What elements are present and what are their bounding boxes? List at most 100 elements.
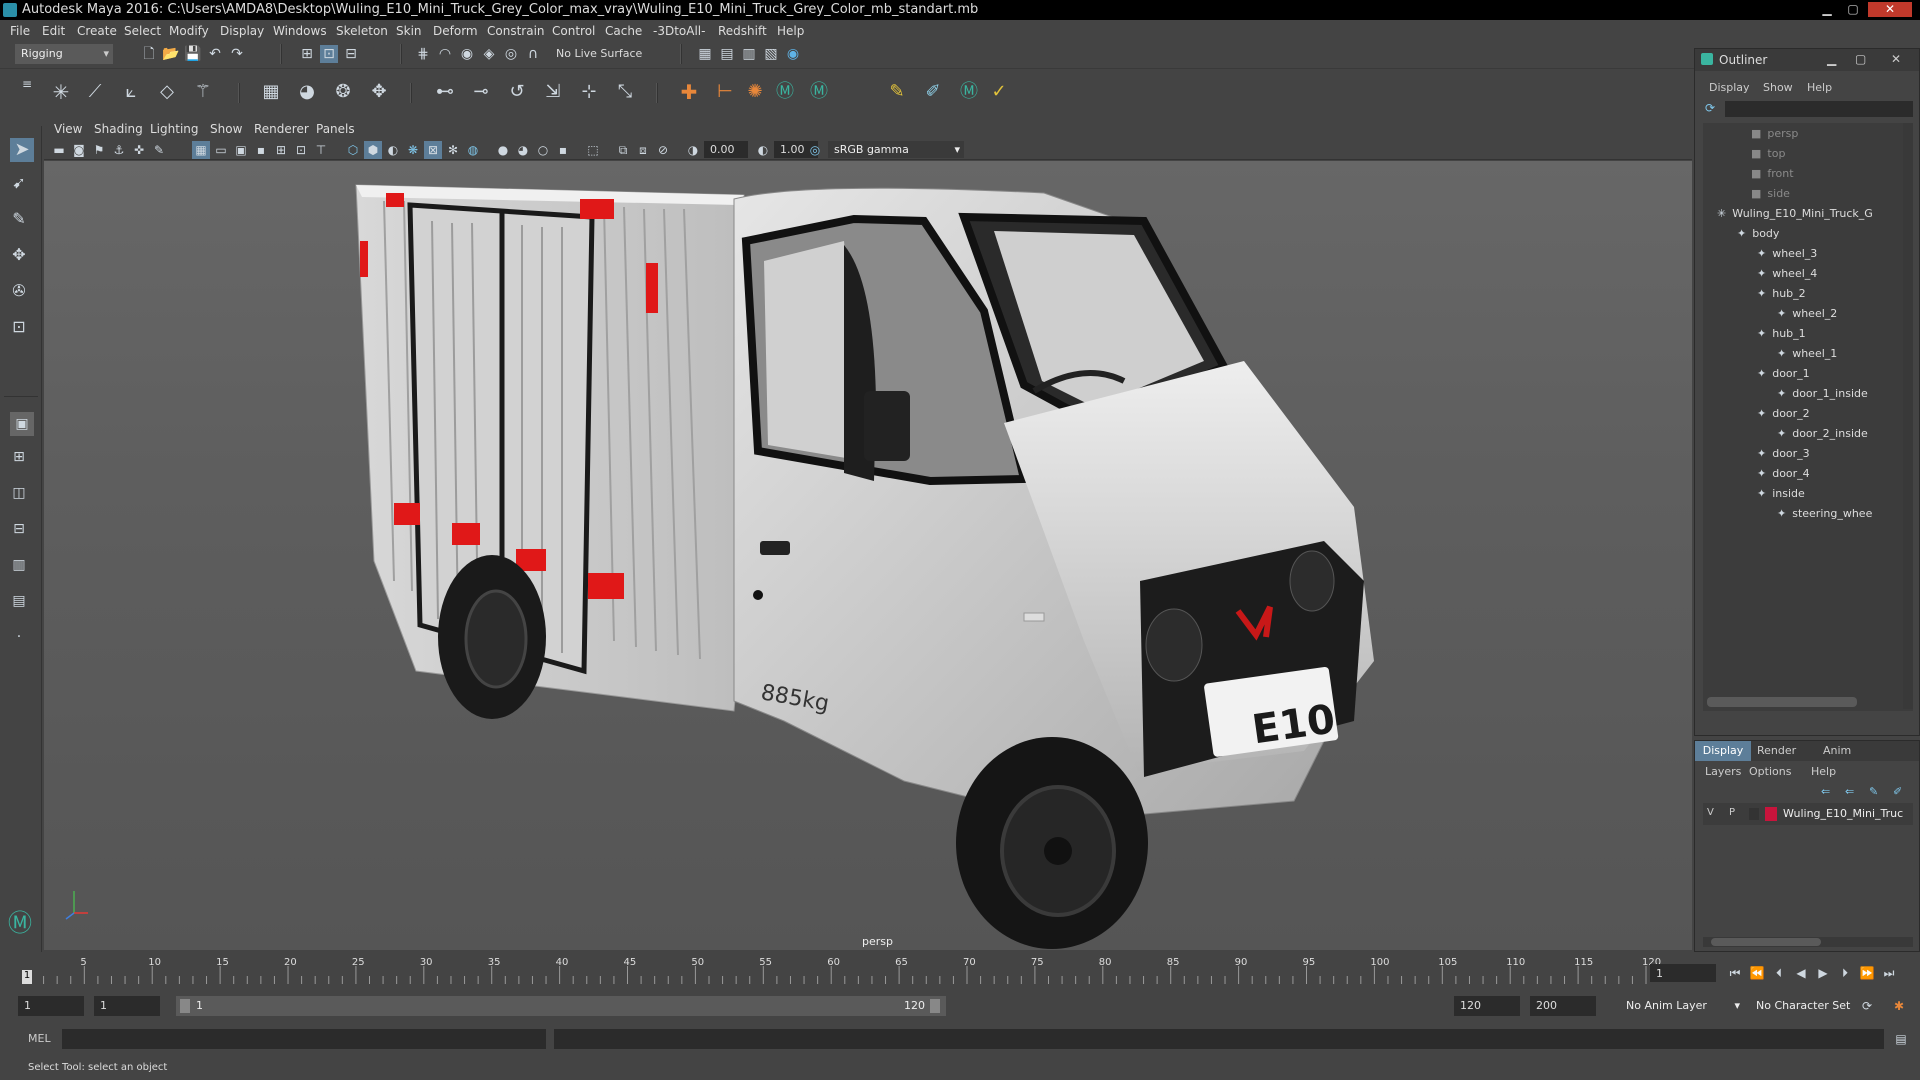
- menu-edit[interactable]: Edit: [42, 24, 65, 38]
- ipr-render-icon[interactable]: ▤: [718, 45, 736, 63]
- film-gate-icon[interactable]: ▭: [212, 141, 230, 159]
- current-time-marker[interactable]: 1: [22, 970, 32, 984]
- paint-weights-icon[interactable]: ⚚: [194, 83, 212, 101]
- render-frame-icon[interactable]: ▦: [696, 45, 714, 63]
- outliner-item[interactable]: ✳ Wuling_E10_Mini_Truck_G: [1717, 207, 1873, 220]
- two-pane-icon[interactable]: ◫: [10, 484, 28, 502]
- minimize-icon[interactable]: ▁: [1827, 52, 1836, 66]
- isolate-select-icon[interactable]: ⬚: [584, 141, 602, 159]
- aim-constraint-icon[interactable]: ⊸: [472, 83, 490, 101]
- menu-deform[interactable]: Deform: [433, 24, 478, 38]
- point-constraint-icon[interactable]: ⊷: [436, 83, 454, 101]
- step-forward-frame-icon[interactable]: ⏵: [1836, 964, 1854, 982]
- single-pane-icon[interactable]: ▣: [10, 412, 34, 436]
- gate-mask-icon[interactable]: ▪: [252, 141, 270, 159]
- outliner-item[interactable]: ✦ inside: [1757, 487, 1805, 500]
- layer-hscrollbar[interactable]: [1703, 937, 1913, 947]
- outliner-item[interactable]: ✦ hub_1: [1757, 327, 1806, 340]
- tab-render[interactable]: Render: [1757, 744, 1796, 757]
- outliner-item[interactable]: ■ top: [1751, 147, 1785, 160]
- time-slider[interactable]: 5 10 15 20 25 30 35 40 45 50 55 60 65 70 75 80 85 90 95 100…: [0, 952, 1920, 1000]
- pole-vector-icon[interactable]: ⤡: [616, 83, 634, 101]
- snap-curve-icon[interactable]: ◠: [436, 45, 454, 63]
- layer-playback-toggle[interactable]: P: [1729, 807, 1735, 818]
- viewport-canvas[interactable]: E10 885kg persp: [44, 161, 1692, 950]
- outliner-menu-help[interactable]: Help: [1807, 81, 1832, 94]
- outliner-item[interactable]: ✦ door_4: [1757, 467, 1810, 480]
- snap-grid-icon[interactable]: ⋕: [414, 45, 432, 63]
- animation-prefs-icon[interactable]: ✱: [1890, 997, 1908, 1015]
- outliner-search-input[interactable]: [1725, 101, 1913, 117]
- close-icon[interactable]: ✕: [1868, 2, 1912, 17]
- mode-dropdown[interactable]: Rigging ▾: [15, 44, 113, 64]
- shadows-icon[interactable]: ●: [494, 141, 512, 159]
- menu-cache[interactable]: Cache: [605, 24, 642, 38]
- 2d-pan-icon[interactable]: ✜: [130, 141, 148, 159]
- character-icon[interactable]: Ⓜ: [810, 83, 828, 101]
- select-tool-icon[interactable]: ➤: [10, 138, 34, 162]
- use-default-material-icon[interactable]: ◐: [384, 141, 402, 159]
- layer-row[interactable]: V P Wuling_E10_Mini_Truc: [1703, 803, 1913, 825]
- tab-anim[interactable]: Anim: [1823, 744, 1851, 757]
- shelf-menu-icon[interactable]: ≡: [18, 75, 36, 93]
- parent-constraint-icon[interactable]: ⊹: [580, 83, 598, 101]
- menu-display[interactable]: Display: [220, 24, 264, 38]
- menu-control[interactable]: Control: [552, 24, 595, 38]
- outliner-item[interactable]: ✦ door_1: [1757, 367, 1810, 380]
- vp-menu-view[interactable]: View: [54, 122, 82, 136]
- snap-point-icon[interactable]: ◉: [458, 45, 476, 63]
- maya-m-icon[interactable]: Ⓜ: [960, 83, 978, 101]
- render-settings-icon[interactable]: ▥: [740, 45, 758, 63]
- time-ruler[interactable]: 5 10 15 20 25 30 35 40 45 50 55 60 65 70 75 80 85 90 95 100…: [20, 956, 1670, 988]
- new-layer-selected-icon[interactable]: ✐: [1893, 785, 1902, 798]
- close-icon[interactable]: ✕: [1891, 52, 1901, 66]
- ambient-occlusion-icon[interactable]: ◕: [514, 141, 532, 159]
- locator-icon[interactable]: ✚: [680, 82, 698, 102]
- safe-title-icon[interactable]: ⊤: [312, 141, 330, 159]
- lattice-icon[interactable]: ▦: [262, 83, 280, 101]
- anim-layer-dropdown[interactable]: No Anim Layer ▾: [1620, 996, 1744, 1016]
- menu-skin[interactable]: Skin: [396, 24, 422, 38]
- layer-type-toggle[interactable]: [1749, 808, 1759, 820]
- camera-attr-icon[interactable]: ◙: [70, 141, 88, 159]
- new-scene-icon[interactable]: 🗋: [140, 45, 158, 63]
- tab-display[interactable]: Display: [1695, 741, 1751, 761]
- exposure-icon[interactable]: ◑: [684, 141, 702, 159]
- outliner-item[interactable]: ✦ door_3: [1757, 447, 1810, 460]
- scale-tool-icon[interactable]: ⊡: [10, 318, 28, 336]
- go-to-start-icon[interactable]: ⏮: [1726, 964, 1744, 982]
- layer-color-swatch[interactable]: [1765, 807, 1777, 821]
- vp-menu-lighting[interactable]: Lighting: [150, 122, 199, 136]
- locator-group-icon[interactable]: ⊢: [716, 83, 734, 101]
- joint-tool-icon[interactable]: ✳: [52, 82, 70, 102]
- menu-select[interactable]: Select: [124, 24, 161, 38]
- outliner-hscrollbar[interactable]: [1707, 697, 1857, 707]
- play-forward-icon[interactable]: ▶: [1814, 964, 1832, 982]
- hypershade-layout-icon[interactable]: ·: [10, 628, 28, 646]
- filter-icon[interactable]: ⟳: [1705, 101, 1721, 117]
- wrap-deformer-icon[interactable]: ❂: [334, 83, 352, 101]
- redo-icon[interactable]: ↷: [228, 45, 246, 63]
- smooth-shade-icon[interactable]: ⬢: [364, 141, 382, 159]
- layer-visibility-toggle[interactable]: V: [1707, 807, 1714, 818]
- outliner-item[interactable]: ✦ wheel_2: [1777, 307, 1837, 320]
- menu-skeleton[interactable]: Skeleton: [336, 24, 388, 38]
- exposure-field[interactable]: 0.00: [704, 141, 748, 158]
- grid-icon[interactable]: ▦: [192, 141, 210, 159]
- select-object-icon[interactable]: ⊡: [320, 45, 338, 63]
- step-back-frame-icon[interactable]: ⏴: [1770, 964, 1788, 982]
- live-surface-label[interactable]: No Live Surface: [556, 47, 642, 60]
- vp-menu-show[interactable]: Show: [210, 122, 242, 136]
- checkmark-icon[interactable]: ✓: [990, 83, 1008, 101]
- camera-select-icon[interactable]: ▬: [50, 141, 68, 159]
- end-time-field[interactable]: 200: [1530, 996, 1596, 1016]
- start-time-field[interactable]: 1: [18, 996, 84, 1016]
- maximize-icon[interactable]: ▢: [1842, 2, 1864, 17]
- move-layer-up-icon[interactable]: ⇐: [1821, 785, 1830, 798]
- go-to-end-icon[interactable]: ⏭: [1880, 964, 1898, 982]
- new-layer-icon[interactable]: ✎: [1869, 785, 1878, 798]
- select-component-icon[interactable]: ⊟: [342, 45, 360, 63]
- snap-surface-icon[interactable]: ◎: [502, 45, 520, 63]
- outliner-item[interactable]: ✦ door_2_inside: [1777, 427, 1868, 440]
- bind-skin-icon[interactable]: ◇: [158, 83, 176, 101]
